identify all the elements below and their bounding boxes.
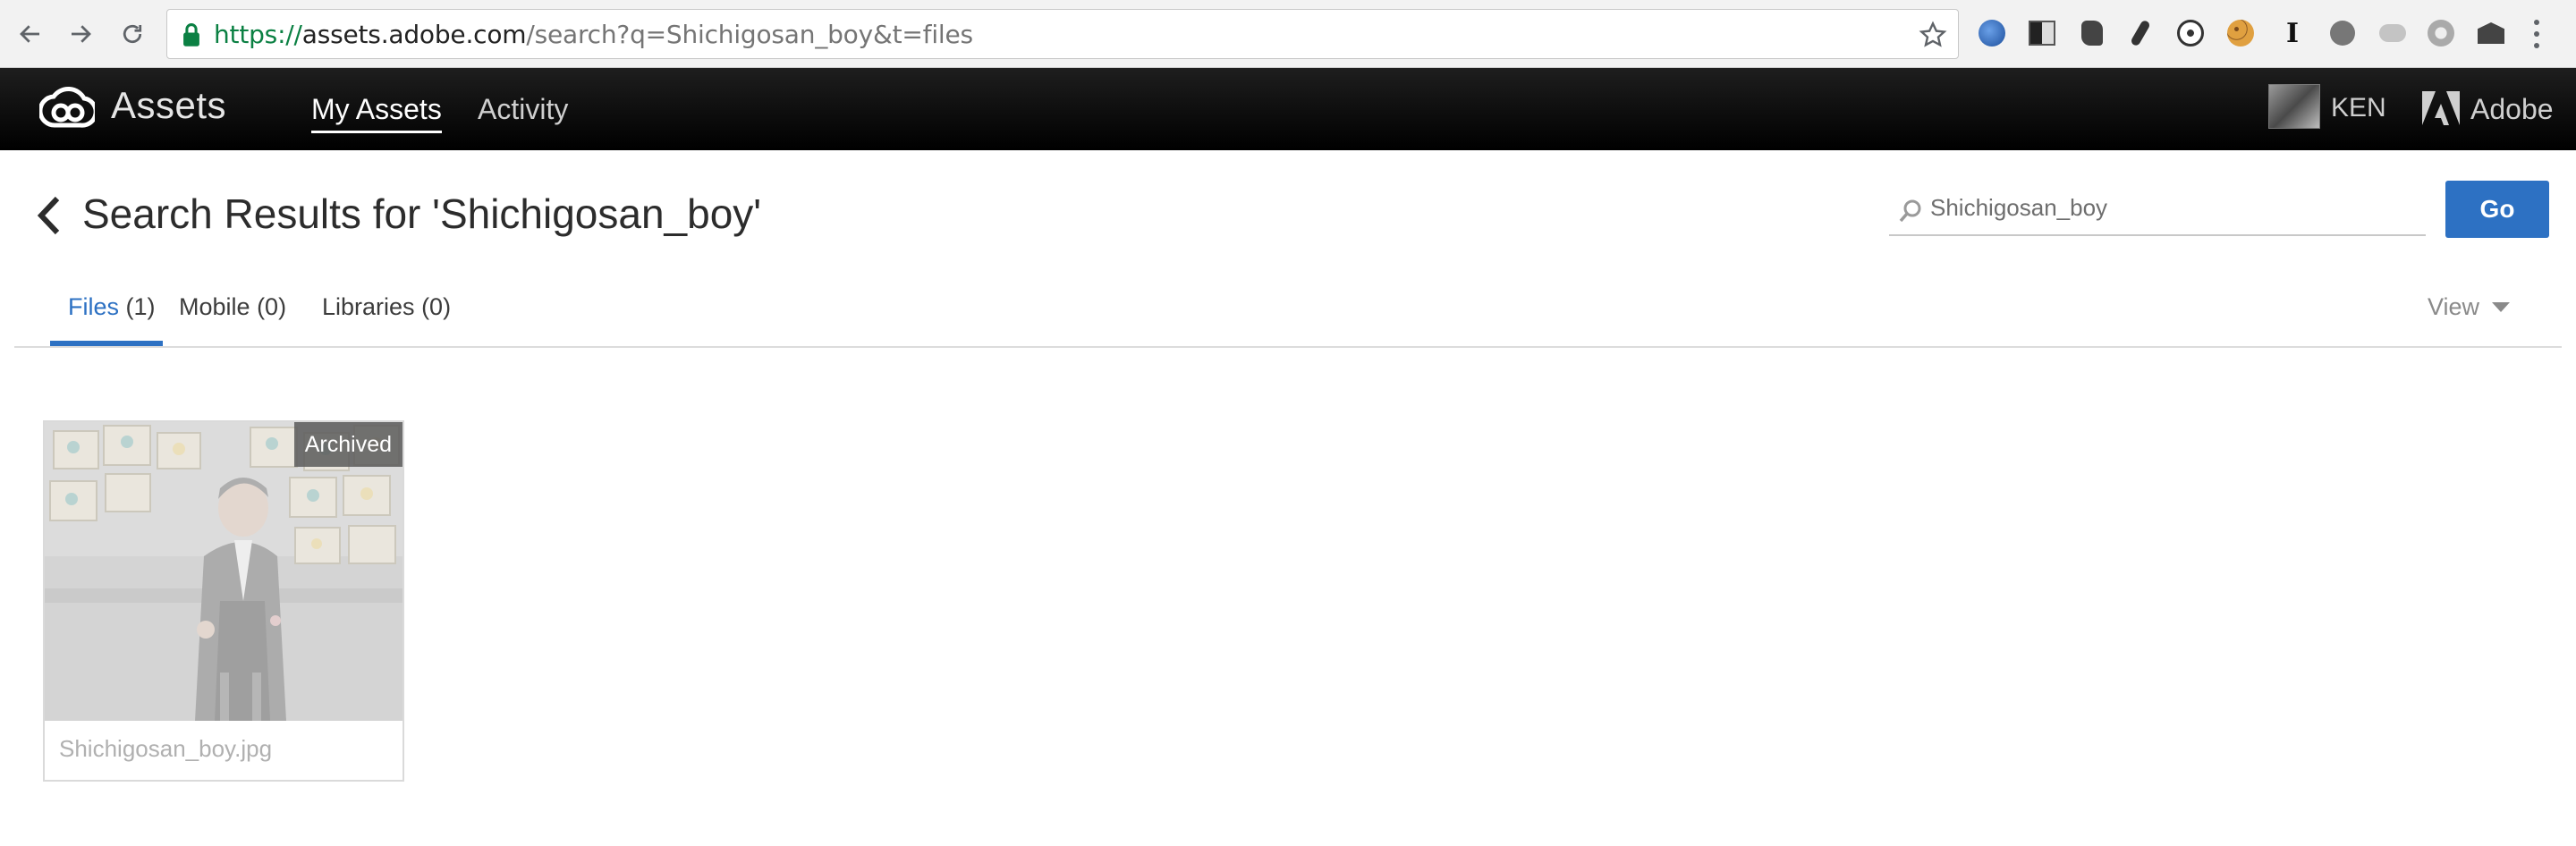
url-path: /search?q=Shichigosan_boy&t=files: [526, 20, 973, 49]
search-icon: [1899, 199, 1921, 223]
adobe-logo-icon[interactable]: [2422, 91, 2460, 125]
adobe-label[interactable]: Adobe: [2470, 93, 2554, 126]
app-title: Assets: [111, 84, 227, 126]
address-bar[interactable]: https://assets.adobe.com/search?q=Shichi…: [166, 9, 1959, 59]
tab-libraries-count: (0): [421, 293, 452, 320]
cookie-extension-icon[interactable]: [2225, 18, 2256, 48]
back-chevron-icon[interactable]: [34, 195, 64, 236]
reload-icon[interactable]: [113, 13, 152, 55]
avatar[interactable]: [2268, 84, 2320, 129]
screen-capture-extension-icon[interactable]: [2027, 18, 2057, 48]
asset-thumbnail[interactable]: Archived: [45, 422, 402, 721]
nav-my-assets[interactable]: My Assets: [311, 93, 442, 133]
tab-libraries[interactable]: Libraries (0): [322, 293, 451, 321]
instapaper-extension-icon[interactable]: I: [2277, 17, 2308, 49]
feather-extension-icon[interactable]: [2125, 18, 2156, 48]
tabs-divider: [14, 346, 2562, 348]
instapaper-letter: I: [2285, 17, 2300, 49]
page-title: Search Results for 'Shichigosan_boy': [82, 190, 762, 237]
cloud-extension-icon[interactable]: [2377, 18, 2408, 48]
chevron-down-icon[interactable]: [2492, 302, 2510, 312]
asset-card[interactable]: Archived Shichigosan_boy.jpg: [43, 420, 404, 782]
tab-libraries-label: Libraries: [322, 293, 415, 320]
creative-cloud-logo-icon[interactable]: [39, 86, 95, 132]
back-arrow-icon[interactable]: [11, 13, 50, 55]
lock-icon: [183, 23, 199, 47]
password-manager-extension-icon[interactable]: [2175, 18, 2206, 48]
view-dropdown[interactable]: View: [2428, 293, 2479, 321]
evernote-extension-icon[interactable]: [2077, 18, 2107, 48]
mail-extension-icon[interactable]: [2476, 18, 2506, 48]
tab-files[interactable]: Files (1): [68, 293, 156, 321]
url-host: assets.adobe.com: [301, 20, 527, 49]
search-input[interactable]: [1930, 188, 2413, 227]
search-field[interactable]: [1889, 181, 2426, 236]
circle-extension-icon[interactable]: [2327, 18, 2358, 48]
tab-mobile-count: (0): [257, 293, 287, 320]
url-scheme: https://: [214, 20, 302, 49]
asset-filename[interactable]: Shichigosan_boy.jpg: [59, 735, 272, 763]
disc-extension-icon[interactable]: [2426, 18, 2456, 48]
browser-menu-icon[interactable]: [2528, 16, 2546, 52]
photo-thumbnail-image: [45, 422, 402, 721]
tab-mobile[interactable]: Mobile (0): [179, 293, 286, 321]
tab-files-label: Files: [68, 293, 120, 320]
archived-badge: Archived: [293, 422, 402, 467]
tab-files-count: (1): [125, 293, 156, 320]
go-button[interactable]: Go: [2445, 181, 2549, 238]
browser-toolbar: https://assets.adobe.com/search?q=Shichi…: [0, 0, 2576, 68]
nav-activity[interactable]: Activity: [478, 93, 568, 126]
app-header: Assets My Assets Activity KEN Adobe: [0, 68, 2576, 150]
tab-mobile-label: Mobile: [179, 293, 250, 320]
forward-arrow-icon[interactable]: [61, 13, 100, 55]
bookmark-star-icon[interactable]: [1919, 21, 1947, 49]
user-name[interactable]: KEN: [2331, 93, 2386, 123]
address-url: https://assets.adobe.com/search?q=Shichi…: [214, 10, 973, 60]
globe-extension-icon[interactable]: [1977, 18, 2007, 48]
